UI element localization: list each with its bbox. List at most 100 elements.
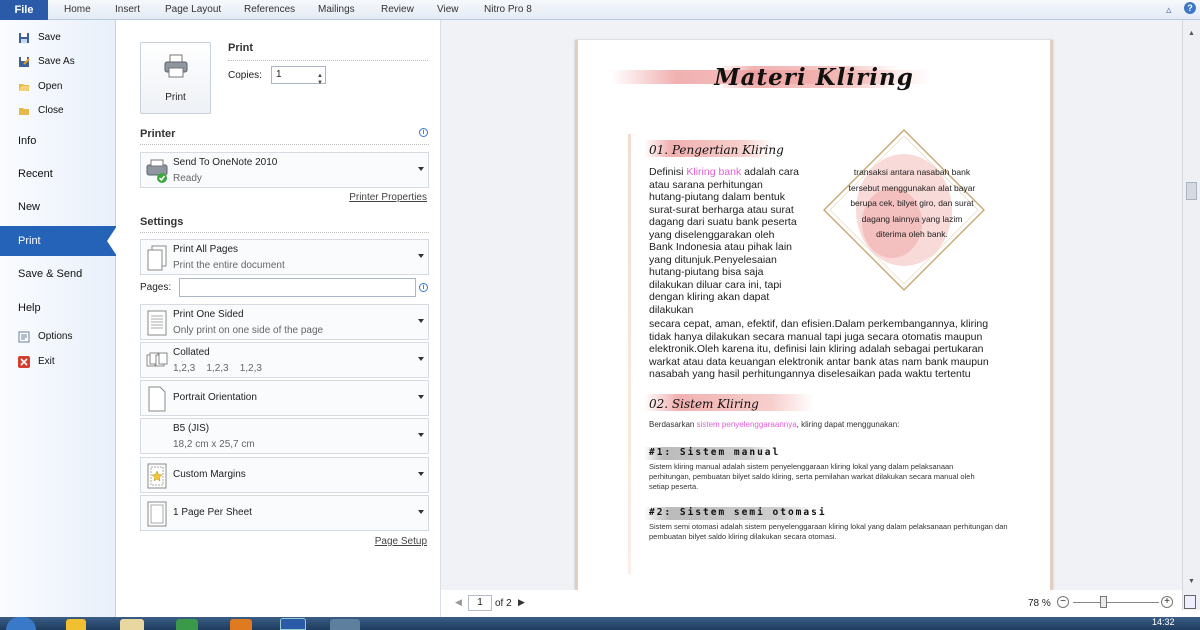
copies-value: 1 xyxy=(276,69,282,80)
nav-close[interactable]: Close xyxy=(0,100,116,122)
kliring-bank-highlight: Kliring bank xyxy=(686,166,742,178)
tab-page-layout[interactable]: Page Layout xyxy=(165,0,221,20)
berdasarkan-prefix: Berdasarkan xyxy=(649,420,697,429)
chevron-down-icon xyxy=(418,319,424,323)
nav-info[interactable]: Info xyxy=(0,126,116,156)
orientation-main: Portrait Orientation xyxy=(173,392,257,403)
printer-status: Ready xyxy=(173,173,202,184)
copies-input[interactable]: 1 ▲ ▼ xyxy=(271,66,326,86)
vertical-scrollbar[interactable]: ▲ ▼ xyxy=(1182,20,1200,610)
help-icon[interactable]: ? xyxy=(1184,2,1196,14)
page-number-input[interactable]: 1 xyxy=(468,595,492,611)
copies-label: Copies: xyxy=(228,70,262,81)
nav-save[interactable]: Save xyxy=(0,27,116,49)
paper-size-sub: 18,2 cm x 25,7 cm xyxy=(173,439,255,450)
nav-save-label: Save xyxy=(38,32,61,43)
paragraph-continuation: secara cepat, aman, efektif, dan efisien… xyxy=(649,318,989,380)
tab-home[interactable]: Home xyxy=(64,0,91,20)
scroll-thumb[interactable] xyxy=(1186,182,1197,200)
nav-new[interactable]: New xyxy=(0,192,116,222)
side-stripe xyxy=(628,134,631,574)
print-range-dropdown[interactable]: Print All Pages Print the entire documen… xyxy=(140,239,429,275)
start-button[interactable] xyxy=(6,617,36,630)
chevron-down-icon xyxy=(418,395,424,399)
pages-stack-icon xyxy=(147,245,167,271)
heading-pengertian: 01. Pengertian Kliring xyxy=(649,143,784,157)
nav-recent[interactable]: Recent xyxy=(0,159,116,189)
margins-main: Custom Margins xyxy=(173,469,246,480)
custom-margins-icon xyxy=(147,463,167,489)
tab-insert[interactable]: Insert xyxy=(115,0,140,20)
exit-icon xyxy=(18,356,30,368)
ribbon-tab-bar: File Home Insert Page Layout References … xyxy=(0,0,1200,20)
taskbar-app-icon[interactable] xyxy=(330,619,360,630)
nav-save-send[interactable]: Save & Send xyxy=(0,259,116,289)
scroll-up-icon[interactable]: ▲ xyxy=(1188,30,1195,37)
next-page-icon[interactable]: ▶ xyxy=(518,597,525,608)
zoom-in-icon[interactable]: + xyxy=(1161,596,1173,608)
chevron-down-icon xyxy=(418,357,424,361)
nav-open-label: Open xyxy=(38,81,63,92)
zoom-slider[interactable] xyxy=(1073,602,1159,603)
collated-icon xyxy=(146,352,168,367)
nav-exit-label: Exit xyxy=(38,356,55,367)
print-range-main: Print All Pages xyxy=(173,244,239,255)
collation-sub: 1,2,3 1,2,3 1,2,3 xyxy=(173,363,262,374)
nav-options[interactable]: Options xyxy=(0,326,116,348)
tab-review[interactable]: Review xyxy=(381,0,414,20)
printer-name: Send To OneNote 2010 xyxy=(173,157,278,168)
chevron-down-icon xyxy=(418,254,424,258)
taskbar-firefox-icon[interactable] xyxy=(230,619,252,630)
info-icon[interactable]: i xyxy=(419,283,428,292)
taskbar-word-icon[interactable] xyxy=(280,618,306,630)
nav-print[interactable]: Print xyxy=(0,226,117,256)
heading-sistem: 02. Sistem Kliring xyxy=(649,397,759,411)
collation-dropdown[interactable]: Collated 1,2,3 1,2,3 1,2,3 xyxy=(140,342,429,378)
one-sided-icon xyxy=(147,310,167,336)
windows-taskbar: 14:32 xyxy=(0,617,1200,630)
taskbar-app-icon[interactable] xyxy=(66,619,86,630)
save-as-icon xyxy=(19,57,30,67)
page-count-label: of 2 xyxy=(495,598,512,609)
tab-file[interactable]: File xyxy=(0,0,48,20)
tab-nitro-pro[interactable]: Nitro Pro 8 xyxy=(484,0,532,20)
paragraph-manual: Sistem kliring manual adalah sistem peny… xyxy=(649,462,975,491)
minimize-ribbon-icon[interactable]: ▵ xyxy=(1166,3,1172,16)
paragraph-definition: Definisi Kliring bank adalah cara atau s… xyxy=(649,166,801,316)
printer-icon xyxy=(164,54,188,78)
paper-size-dropdown[interactable]: B5 (JIS) 18,2 cm x 25,7 cm xyxy=(140,418,429,454)
document-page: Materi Kliring 01. Pengertian Kliring De… xyxy=(575,40,1053,590)
info-icon[interactable]: i xyxy=(419,128,428,137)
scroll-down-icon[interactable]: ▼ xyxy=(1188,578,1195,585)
margins-dropdown[interactable]: Custom Margins xyxy=(140,457,429,493)
nav-exit[interactable]: Exit xyxy=(0,351,116,373)
printer-dropdown[interactable]: Send To OneNote 2010 Ready xyxy=(140,152,429,188)
zoom-out-icon[interactable]: − xyxy=(1057,596,1069,608)
print-button-label: Print xyxy=(165,92,186,103)
printer-properties-link[interactable]: Printer Properties xyxy=(349,192,427,203)
taskbar-folder-icon[interactable] xyxy=(120,619,144,630)
taskbar-media-icon[interactable] xyxy=(176,619,198,630)
berdasarkan-rest: , kliring dapat menggunakan: xyxy=(796,420,900,429)
pages-input[interactable] xyxy=(179,278,416,297)
close-folder-icon xyxy=(19,108,29,115)
nav-save-as[interactable]: Save As xyxy=(0,51,116,73)
pages-per-sheet-dropdown[interactable]: 1 Page Per Sheet xyxy=(140,495,429,531)
previous-page-icon[interactable]: ◀ xyxy=(455,597,462,608)
spin-down-icon[interactable]: ▼ xyxy=(317,75,323,91)
paragraph-semi-otomasi: Sistem semi otomasi adalah sistem penyel… xyxy=(649,522,1008,541)
options-icon xyxy=(18,331,30,343)
page-setup-link[interactable]: Page Setup xyxy=(375,536,427,547)
orientation-dropdown[interactable]: Portrait Orientation xyxy=(140,380,429,416)
zoom-slider-thumb[interactable] xyxy=(1100,596,1107,608)
divider xyxy=(140,232,429,233)
print-button[interactable]: Print xyxy=(140,42,211,114)
tab-mailings[interactable]: Mailings xyxy=(318,0,355,20)
sistem-highlight: sistem penyelenggaraannya xyxy=(696,420,797,429)
tab-references[interactable]: References xyxy=(244,0,295,20)
tab-view[interactable]: View xyxy=(437,0,459,20)
nav-open[interactable]: Open xyxy=(0,76,116,98)
sides-dropdown[interactable]: Print One Sided Only print on one side o… xyxy=(140,304,429,340)
nav-help[interactable]: Help xyxy=(0,293,116,323)
zoom-to-page-icon[interactable] xyxy=(1184,595,1196,609)
